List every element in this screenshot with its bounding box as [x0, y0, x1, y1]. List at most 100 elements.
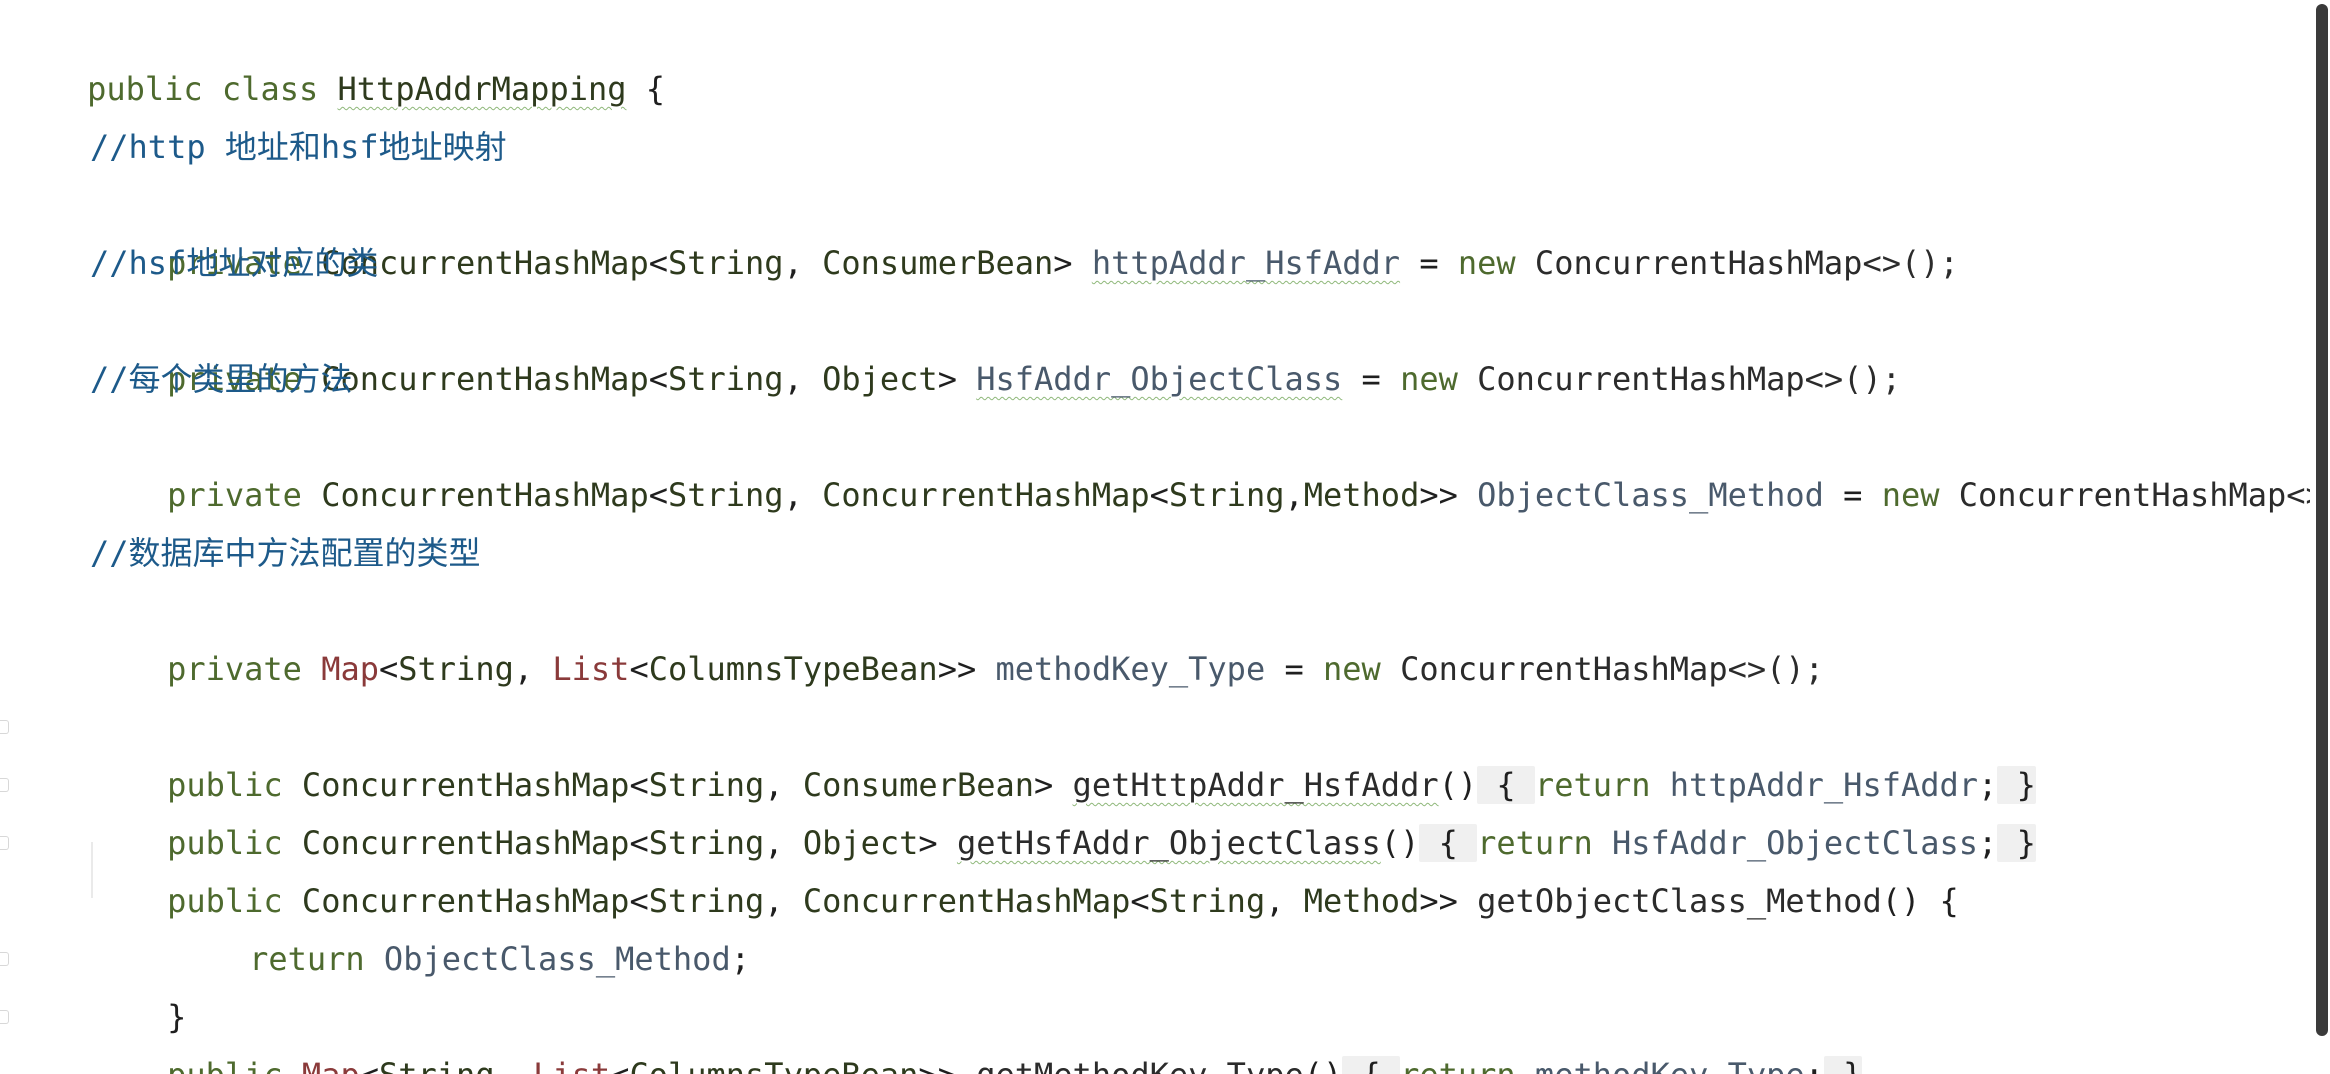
operator: = — [1284, 650, 1304, 688]
type-name: String — [379, 1056, 495, 1074]
field-name: ObjectClass_Method — [383, 940, 731, 978]
keyword: return — [249, 940, 365, 978]
type-name: ConsumerBean — [822, 244, 1054, 282]
code-line-method-gethttpaddr[interactable]: public ConcurrentHashMap<String, Consume… — [90, 698, 2036, 804]
field-name: methodKey_Type — [995, 650, 1266, 688]
brace: { — [645, 70, 666, 108]
type-name: String — [398, 650, 514, 688]
code-comment[interactable]: //http 地址和hsf地址映射 — [90, 118, 507, 176]
punctuation: < — [1149, 476, 1169, 514]
punctuation: , — [764, 882, 784, 920]
keyword: public — [167, 1056, 283, 1074]
scrollbar-thumb[interactable] — [2316, 4, 2328, 1036]
brace: } — [2016, 824, 2036, 862]
keyword: new — [1457, 244, 1516, 282]
punctuation: < — [610, 1056, 629, 1074]
operator: = — [1361, 360, 1381, 398]
field-name: httpAddr_HsfAddr — [1091, 244, 1401, 282]
code-line-field-httpaddr[interactable]: private ConcurrentHashMap<String, Consum… — [90, 176, 1959, 282]
type-name: List — [552, 650, 630, 688]
punctuation: < — [648, 244, 668, 282]
type-name: String — [667, 244, 784, 282]
method-name: getObjectClass_Method — [1477, 882, 1882, 920]
class-name: HttpAddrMapping — [337, 70, 627, 108]
punctuation: < — [648, 360, 668, 398]
code-line-method-getobjectclass[interactable]: public ConcurrentHashMap<String, Concurr… — [90, 814, 1959, 920]
constructor-call: ConcurrentHashMap<>(); — [1477, 360, 1901, 398]
punctuation: < — [360, 1056, 379, 1074]
brace: { — [1362, 1056, 1381, 1074]
type-name: ConcurrentHashMap — [321, 476, 649, 514]
code-line-field-hsfaddr[interactable]: private ConcurrentHashMap<String, Object… — [90, 292, 1901, 398]
code-comment[interactable]: //每个类里的方法 — [90, 350, 353, 408]
punctuation: , — [783, 244, 803, 282]
type-name: ColumnsTypeBean — [648, 650, 938, 688]
code-line-return-objectclass[interactable]: return ObjectClass_Method; — [172, 872, 750, 978]
editor-gutter — [0, 0, 10, 1074]
type-name: String — [1149, 882, 1266, 920]
constructor-call: ConcurrentHashMap<>(); — [1534, 244, 1959, 282]
keyword: new — [1881, 476, 1940, 514]
type-name: Method — [1303, 882, 1420, 920]
code-line-class-declaration[interactable]: public class HttpAddrMapping { — [10, 2, 665, 108]
type-name: ConcurrentHashMap — [802, 882, 1131, 920]
code-line-method-gethsfaddr[interactable]: public ConcurrentHashMap<String, Object>… — [90, 756, 2036, 862]
code-line-method-getmethodkey[interactable]: public Map<String, List<ColumnsTypeBean>… — [90, 988, 1863, 1074]
fold-icon[interactable] — [0, 1010, 9, 1024]
code-line-field-methodkey-type[interactable]: private Map<String, List<ColumnsTypeBean… — [90, 582, 1824, 688]
punctuation: () — [1881, 882, 1921, 920]
code-editor[interactable]: public class HttpAddrMapping { //http 地址… — [0, 0, 2330, 1074]
code-comment[interactable]: //数据库中方法配置的类型 — [90, 524, 481, 582]
keyword: class — [221, 70, 319, 108]
punctuation: > — [1053, 244, 1073, 282]
fold-icon[interactable] — [0, 778, 9, 792]
keyword: return — [1400, 1056, 1516, 1074]
punctuation: , — [783, 476, 803, 514]
type-name: Map — [302, 1056, 360, 1074]
keyword: private — [167, 476, 302, 514]
type-name: String — [1168, 476, 1285, 514]
punctuation: ; — [730, 940, 750, 978]
type-name: Method — [1303, 476, 1420, 514]
fold-icon[interactable] — [0, 836, 9, 850]
operator: = — [1843, 476, 1863, 514]
operator: = — [1419, 244, 1439, 282]
constructor-call: ConcurrentHashMap<> — [1958, 476, 2325, 514]
type-name: Map — [321, 650, 379, 688]
punctuation: < — [1130, 882, 1150, 920]
punctuation: ; — [1805, 1056, 1824, 1074]
punctuation: , — [1265, 882, 1285, 920]
constructor-call: ConcurrentHashMap<>(); — [1400, 650, 1824, 688]
type-name: ConcurrentHashMap — [321, 360, 649, 398]
type-name: List — [533, 1056, 610, 1074]
method-name: getMethodKey_Type — [976, 1056, 1304, 1074]
code-line-field-objectclass-method[interactable]: private ConcurrentHashMap<String, Concur… — [90, 408, 2325, 514]
type-name: Object — [822, 360, 938, 398]
punctuation: < — [648, 476, 668, 514]
punctuation: < — [378, 650, 399, 688]
type-name: ColumnsTypeBean — [629, 1056, 918, 1074]
punctuation: () — [1304, 1056, 1343, 1074]
punctuation: ; — [1978, 824, 1998, 862]
keyword: new — [1400, 360, 1458, 398]
type-name: String — [667, 360, 784, 398]
field-name: ObjectClass_Method — [1477, 476, 1824, 514]
punctuation: >> — [937, 650, 977, 688]
fold-icon[interactable] — [0, 952, 9, 966]
vertical-scrollbar[interactable] — [2310, 0, 2330, 1074]
keyword: new — [1323, 650, 1381, 688]
indent-guide — [91, 842, 93, 898]
keyword: private — [167, 650, 302, 688]
punctuation: , — [1284, 476, 1304, 514]
field-name: methodKey_Type — [1535, 1056, 1805, 1074]
code-line-closing-brace[interactable]: } — [90, 930, 186, 1036]
type-name: ConcurrentHashMap — [822, 476, 1150, 514]
code-comment[interactable]: //hsf地址对应的类 — [90, 234, 378, 292]
punctuation: < — [629, 650, 649, 688]
punctuation: , — [495, 1056, 514, 1074]
punctuation: >> — [1419, 882, 1458, 920]
brace: } — [1843, 1056, 1862, 1074]
fold-icon[interactable] — [0, 720, 9, 734]
keyword: public — [87, 70, 203, 108]
punctuation: >> — [1419, 476, 1458, 514]
